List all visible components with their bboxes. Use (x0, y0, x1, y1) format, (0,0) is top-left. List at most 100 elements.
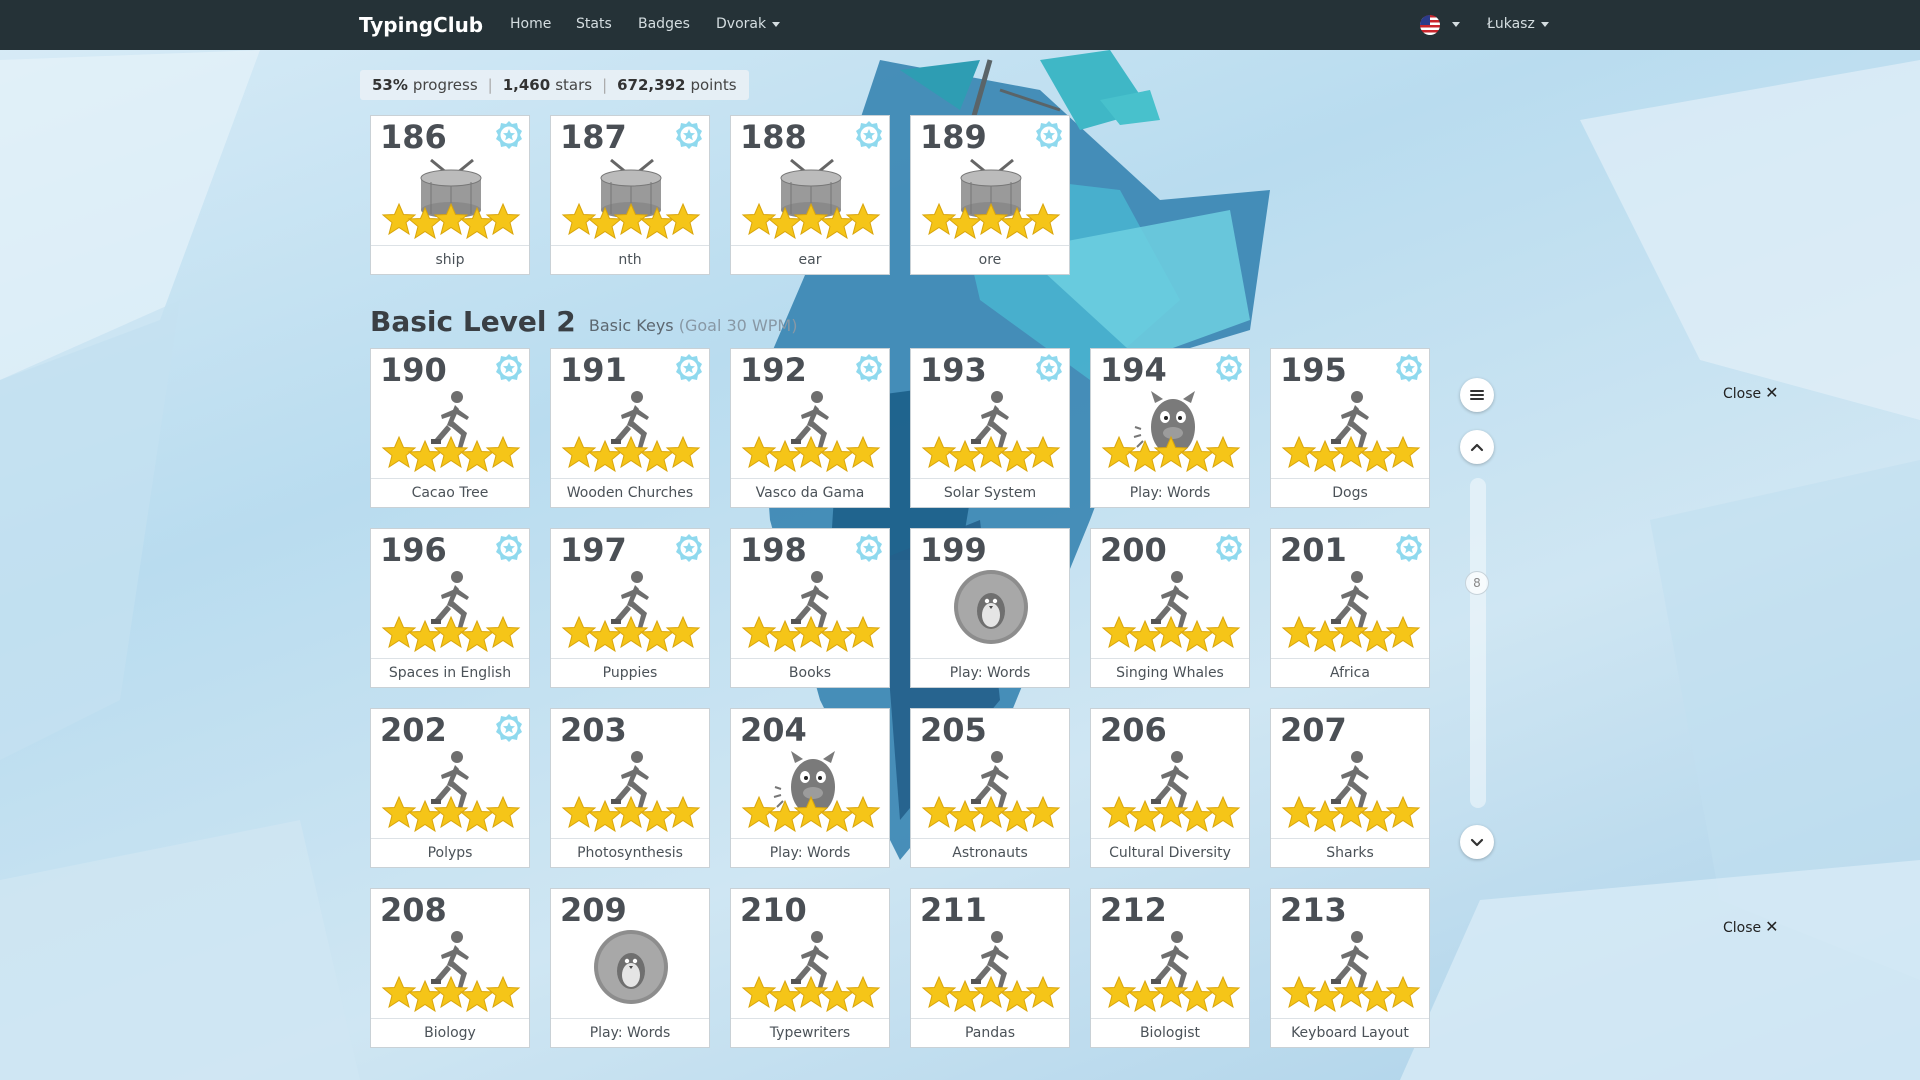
lesson-card-213[interactable]: 213 Keyboard Layout (1270, 888, 1430, 1048)
lesson-card-205[interactable]: 205 Astronauts (910, 708, 1070, 868)
lesson-number: 204 (740, 711, 807, 749)
lesson-number: 189 (920, 118, 987, 156)
section-heading: Basic Level 2 Basic Keys (Goal 30 WPM) (370, 305, 797, 338)
lesson-number: 186 (380, 118, 447, 156)
caret-down-icon (1452, 22, 1460, 27)
user-menu-dropdown[interactable]: Łukasz (1487, 16, 1549, 32)
badge-icon (1034, 353, 1064, 383)
badge-icon (674, 120, 704, 150)
scroll-position-indicator[interactable]: 8 (1465, 571, 1489, 595)
lesson-card-201[interactable]: 201 Africa (1270, 528, 1430, 688)
star-rating-icon (919, 429, 1063, 473)
lesson-card-207[interactable]: 207 Sharks (1270, 708, 1430, 868)
lesson-number: 200 (1100, 531, 1167, 569)
close-button-top[interactable]: Close ✕ (1723, 383, 1779, 402)
lesson-label: Sharks (1271, 838, 1429, 867)
badge-icon (854, 533, 884, 563)
lesson-label: Astronauts (911, 838, 1069, 867)
scroll-track[interactable] (1470, 478, 1486, 808)
penguin-ball-icon (591, 929, 671, 1004)
badge-icon (1034, 120, 1064, 150)
lesson-card-191[interactable]: 191 Wooden Churches (550, 348, 710, 508)
lesson-number: 209 (560, 891, 627, 929)
star-rating-icon (1279, 429, 1423, 473)
lesson-label: Play: Words (911, 658, 1069, 687)
lesson-card-208[interactable]: 208 Biology (370, 888, 530, 1048)
lesson-number: 196 (380, 531, 447, 569)
lesson-label: Dogs (1271, 478, 1429, 507)
brand-logo[interactable]: TypingClub (359, 13, 483, 37)
lesson-label: Typewriters (731, 1018, 889, 1047)
lesson-card-199[interactable]: 199 Play: Words (910, 528, 1070, 688)
lesson-card-203[interactable]: 203 Photosynthesis (550, 708, 710, 868)
lesson-card-211[interactable]: 211 Pandas (910, 888, 1070, 1048)
scroll-up-button[interactable] (1460, 430, 1494, 464)
star-rating-icon (1279, 789, 1423, 833)
close-label: Close (1723, 386, 1762, 402)
lesson-number: 203 (560, 711, 627, 749)
star-rating-icon (379, 789, 523, 833)
caret-down-icon (772, 21, 781, 27)
lesson-card-209[interactable]: 209 Play: Words (550, 888, 710, 1048)
lesson-label: Play: Words (731, 838, 889, 867)
lesson-card-212[interactable]: 212 Biologist (1090, 888, 1250, 1048)
progress-label: progress (412, 76, 478, 94)
lesson-number: 188 (740, 118, 807, 156)
star-rating-icon (379, 609, 523, 653)
lesson-card-186[interactable]: 186 ship (370, 115, 530, 275)
nav-badges[interactable]: Badges (638, 16, 690, 32)
lesson-card-210[interactable]: 210 Typewriters (730, 888, 890, 1048)
lesson-number: 191 (560, 351, 627, 389)
nav-home[interactable]: Home (510, 16, 551, 32)
lesson-card-189[interactable]: 189 ore (910, 115, 1070, 275)
close-button-bottom[interactable]: Close ✕ (1723, 917, 1779, 936)
penguin-ball-icon (951, 569, 1031, 644)
progress-value: 53% (372, 76, 408, 94)
lesson-card-187[interactable]: 187 nth (550, 115, 710, 275)
lesson-card-190[interactable]: 190 Cacao Tree (370, 348, 530, 508)
lesson-card-198[interactable]: 198 Books (730, 528, 890, 688)
badge-icon (494, 353, 524, 383)
scroll-down-button[interactable] (1460, 825, 1494, 859)
lesson-number: 202 (380, 711, 447, 749)
lesson-label: Vasco da Gama (731, 478, 889, 507)
star-rating-icon (379, 196, 523, 240)
lesson-number: 210 (740, 891, 807, 929)
star-rating-icon (739, 969, 883, 1013)
badge-icon (854, 120, 884, 150)
lesson-number: 207 (1280, 711, 1347, 749)
lesson-card-200[interactable]: 200 Singing Whales (1090, 528, 1250, 688)
star-rating-icon (919, 789, 1063, 833)
star-rating-icon (1099, 969, 1243, 1013)
nav-layout-dropdown[interactable]: Dvorak (716, 16, 781, 32)
lesson-card-193[interactable]: 193 Solar System (910, 348, 1070, 508)
lesson-label: Play: Words (1091, 478, 1249, 507)
lesson-card-202[interactable]: 202 Polyps (370, 708, 530, 868)
lesson-card-195[interactable]: 195 Dogs (1270, 348, 1430, 508)
section-goal: (Goal 30 WPM) (678, 316, 798, 335)
star-rating-icon (379, 969, 523, 1013)
lesson-label: ship (371, 245, 529, 274)
lesson-label: Solar System (911, 478, 1069, 507)
stars-label: stars (555, 76, 593, 94)
lesson-card-196[interactable]: 196 Spaces in English (370, 528, 530, 688)
badge-icon (1214, 353, 1244, 383)
lesson-number: 211 (920, 891, 987, 929)
lesson-card-197[interactable]: 197 Puppies (550, 528, 710, 688)
nav-stats[interactable]: Stats (576, 16, 612, 32)
lesson-card-192[interactable]: 192 Vasco da Gama (730, 348, 890, 508)
lesson-label: Spaces in English (371, 658, 529, 687)
lesson-number: 190 (380, 351, 447, 389)
lesson-card-188[interactable]: 188 ear (730, 115, 890, 275)
lesson-label: nth (551, 245, 709, 274)
lesson-card-204[interactable]: 204 Play: Words (730, 708, 890, 868)
section-title: Basic Level 2 (370, 305, 576, 338)
lesson-label: Cultural Diversity (1091, 838, 1249, 867)
lesson-number: 205 (920, 711, 987, 749)
progress-summary: 53% progress | 1,460 stars | 672,392 poi… (360, 70, 749, 100)
star-rating-icon (739, 196, 883, 240)
lesson-card-194[interactable]: 194 Play: Words (1090, 348, 1250, 508)
menu-button[interactable] (1460, 378, 1494, 412)
lesson-number: 198 (740, 531, 807, 569)
lesson-card-206[interactable]: 206 Cultural Diversity (1090, 708, 1250, 868)
